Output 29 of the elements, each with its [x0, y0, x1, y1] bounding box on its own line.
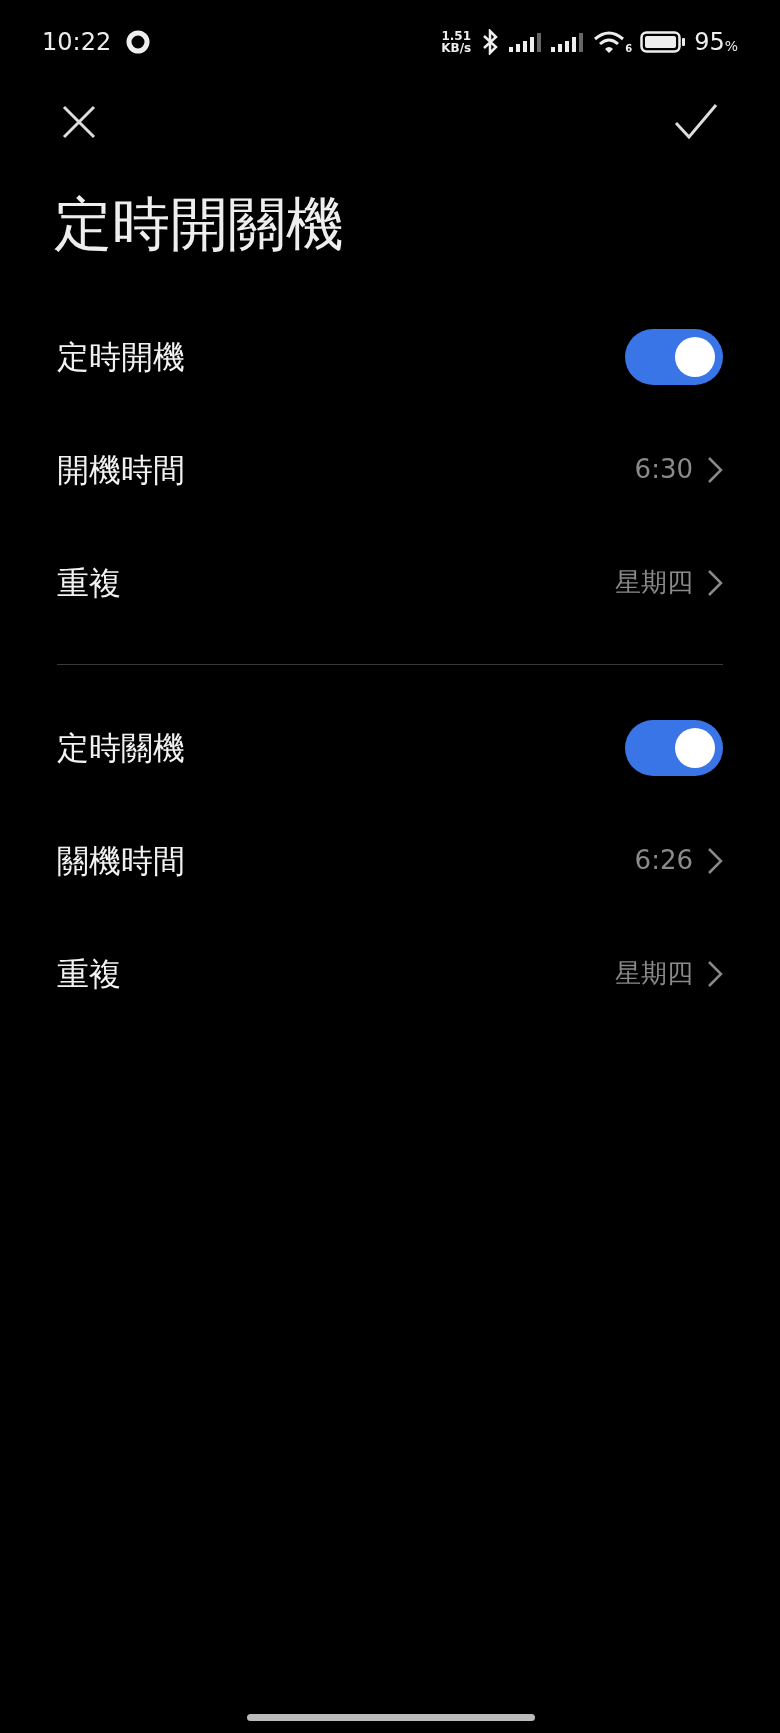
setting-label: 重複: [57, 953, 121, 995]
setting-label: 開機時間: [57, 449, 185, 491]
network-speed-unit: KB/s: [441, 42, 472, 54]
chevron-right-icon[interactable]: [707, 846, 723, 875]
checkmark-icon[interactable]: [674, 103, 718, 141]
chevron-right-icon[interactable]: [707, 568, 723, 597]
battery-icon: [640, 30, 687, 54]
wifi-standard: 6: [625, 44, 633, 54]
toggle-switch[interactable]: [625, 719, 723, 776]
setting-value: 星期四: [615, 957, 693, 990]
signal-icon: [509, 32, 544, 52]
signal-icon: [551, 32, 586, 52]
setting-label: 定時開機: [57, 336, 185, 378]
setting-value: 6:26: [634, 844, 693, 877]
ring-icon: [125, 29, 152, 55]
network-speed: 1.51: [441, 30, 471, 42]
setting-value: 6:30: [634, 453, 693, 486]
chevron-right-icon[interactable]: [707, 959, 723, 988]
setting-label: 重複: [57, 562, 121, 604]
close-icon[interactable]: [62, 105, 96, 139]
wifi-icon: [593, 30, 626, 54]
battery-percent-sign: %: [724, 38, 738, 56]
page-title: 定時開關機: [53, 189, 345, 260]
battery-percent: 95: [694, 27, 725, 58]
setting-label: 定時關機: [57, 727, 185, 769]
clock-time: 10:22: [42, 27, 112, 58]
chevron-right-icon[interactable]: [707, 455, 723, 484]
setting-label: 關機時間: [57, 840, 185, 882]
setting-value: 星期四: [615, 566, 693, 599]
